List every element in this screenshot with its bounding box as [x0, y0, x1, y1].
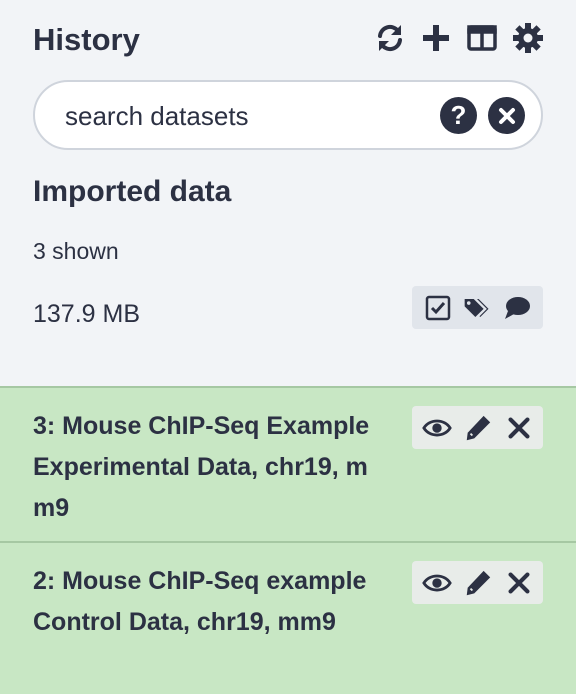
close-icon[interactable]	[488, 97, 525, 134]
header-toolbar	[372, 20, 546, 56]
search-box: ?	[33, 80, 543, 150]
pencil-icon[interactable]	[461, 411, 495, 445]
check-square-icon[interactable]	[421, 291, 455, 325]
dataset-buttons	[412, 561, 543, 604]
plus-icon[interactable]	[418, 20, 454, 56]
sync-icon[interactable]	[372, 20, 408, 56]
question-icon[interactable]: ?	[440, 97, 477, 134]
shown-count: 3 shown	[33, 238, 119, 264]
delete-icon[interactable]	[502, 411, 536, 445]
history-name[interactable]: Imported data	[33, 175, 231, 209]
eye-icon[interactable]	[420, 566, 454, 600]
panel-title: History	[33, 22, 140, 57]
gear-icon[interactable]	[510, 20, 546, 56]
tags-icon[interactable]	[460, 291, 494, 325]
dataset-item[interactable]: 2: Mouse ChIP-Seq example Control Data, …	[0, 541, 576, 694]
dataset-title[interactable]: 2: Mouse ChIP-Seq example Control Data, …	[33, 561, 383, 643]
history-panel: History search datasets ? Imported data …	[0, 0, 576, 694]
columns-icon[interactable]	[464, 20, 500, 56]
pencil-icon[interactable]	[461, 566, 495, 600]
comment-icon[interactable]	[500, 291, 534, 325]
dataset-buttons	[412, 406, 543, 449]
history-header: History	[33, 20, 546, 60]
delete-icon[interactable]	[502, 566, 536, 600]
history-size: 137.9 MB	[33, 300, 141, 328]
history-actions	[412, 286, 543, 329]
eye-icon[interactable]	[420, 411, 454, 445]
search-input[interactable]	[65, 96, 425, 136]
dataset-title[interactable]: 3: Mouse ChIP-Seq Example Experimental D…	[33, 406, 383, 529]
dataset-item[interactable]: 3: Mouse ChIP-Seq Example Experimental D…	[0, 386, 576, 541]
